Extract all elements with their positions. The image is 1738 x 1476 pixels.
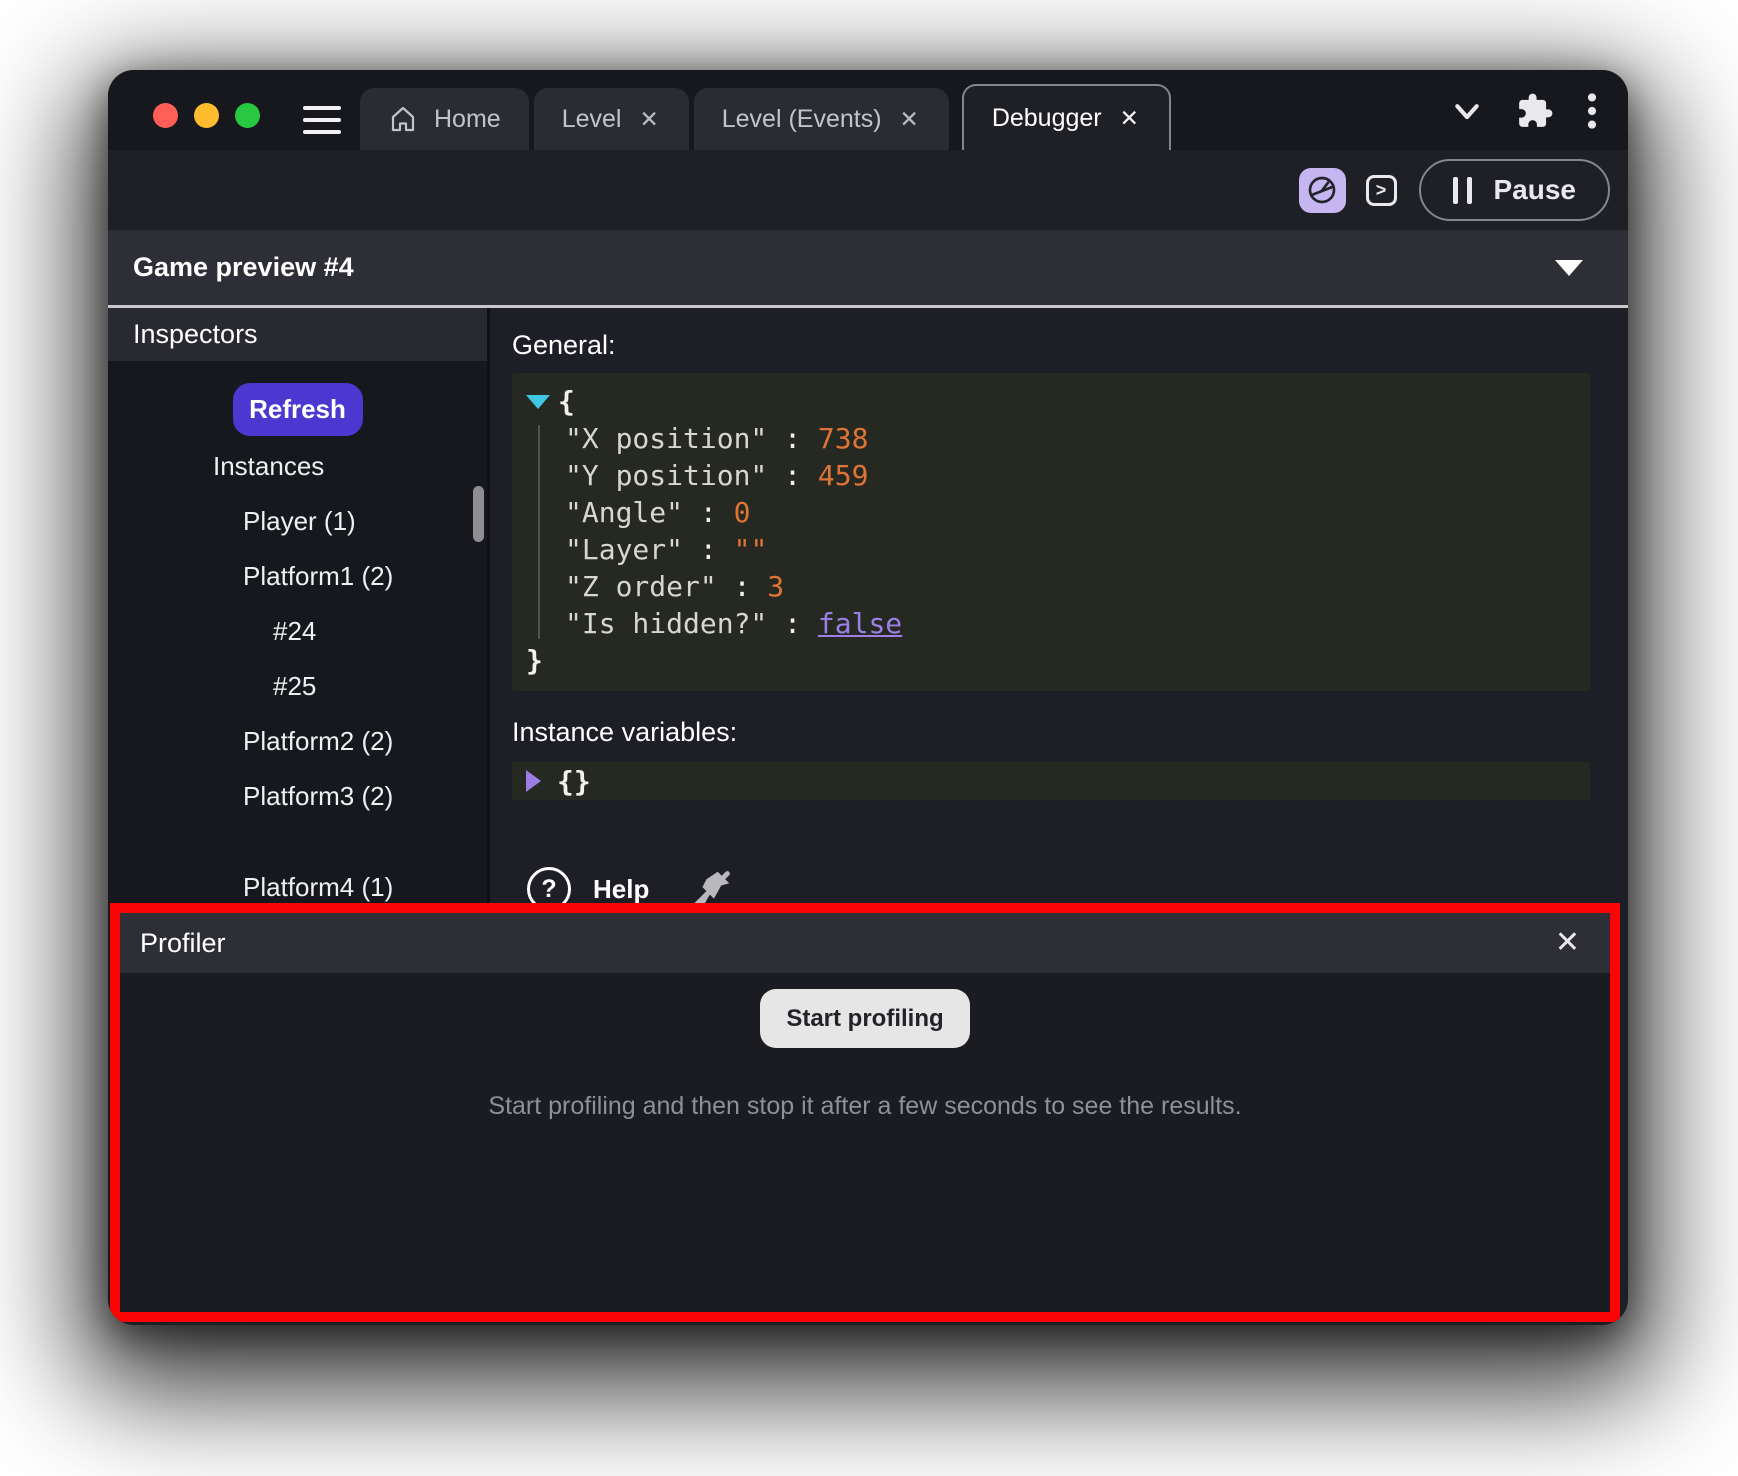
profiler-body: Start profiling Start profiling and then… — [120, 973, 1610, 1121]
sidebar-item-24[interactable]: #24 — [108, 604, 487, 659]
tab-close-icon[interactable]: ✕ — [1118, 105, 1141, 132]
chevron-down-icon[interactable] — [1450, 94, 1484, 128]
help-label[interactable]: Help — [593, 874, 649, 905]
collapse-triangle-icon[interactable] — [526, 395, 550, 409]
sidebar-header: Inspectors — [108, 308, 487, 361]
hamburger-menu-icon[interactable] — [303, 106, 341, 134]
sidebar-title: Inspectors — [133, 319, 258, 350]
json-row-angle: "Angle" : 0 — [526, 494, 1590, 531]
gauge-icon — [1306, 174, 1338, 206]
json-value: 0 — [734, 496, 751, 529]
json-row-x-position: "X position" : 738 — [526, 420, 1590, 457]
sidebar-item-platform2-2[interactable]: Platform2 (2) — [108, 714, 487, 769]
sidebar-item-instances[interactable]: Instances — [108, 439, 487, 494]
json-row-y-position: "Y position" : 459 — [526, 457, 1590, 494]
json-key: "X position" — [565, 422, 767, 455]
json-value: 3 — [767, 570, 784, 603]
pause-icon — [1453, 177, 1472, 204]
json-close-row: } — [526, 642, 1590, 679]
json-value: "" — [734, 533, 768, 566]
tab-bar: Home Level ✕ Level (Events) ✕ Debugger ✕ — [360, 84, 1171, 150]
tab-level-events[interactable]: Level (Events) ✕ — [694, 88, 949, 150]
tab-close-icon[interactable]: ✕ — [637, 106, 660, 133]
sidebar-item-player-1[interactable]: Player (1) — [108, 494, 487, 549]
json-viewer: { "X position" : 738"Y position" : 459"A… — [512, 373, 1590, 691]
console-button[interactable]: > — [1366, 175, 1397, 206]
start-profiling-button[interactable]: Start profiling — [760, 989, 969, 1048]
dropdown-caret-icon[interactable] — [1555, 260, 1583, 276]
json-row-is-hidden: "Is hidden?" : false — [526, 605, 1590, 642]
game-preview-bar[interactable]: Game preview #4 — [108, 230, 1628, 308]
json-value: 459 — [818, 459, 869, 492]
game-preview-title: Game preview #4 — [133, 252, 354, 283]
window-action-icons — [1450, 92, 1598, 130]
profiler-header: Profiler ✕ — [120, 913, 1610, 973]
json-open-row: { — [526, 383, 1590, 420]
tab-home[interactable]: Home — [360, 88, 529, 150]
json-row-z-order: "Z order" : 3 — [526, 568, 1590, 605]
json-key: "Angle" — [565, 496, 683, 529]
json-value: 738 — [818, 422, 869, 455]
variables-value: {} — [557, 765, 591, 798]
tab-level[interactable]: Level ✕ — [534, 88, 689, 150]
tab-label: Level — [562, 105, 622, 134]
json-key: "Z order" — [565, 570, 717, 603]
tab-label: Home — [434, 105, 501, 134]
profiler-panel: Profiler ✕ Start profiling Start profili… — [110, 903, 1620, 1322]
sidebar-item-25[interactable]: #25 — [108, 659, 487, 714]
sidebar-item-platform3-2[interactable]: Platform3 (2) — [108, 769, 487, 824]
profiler-hint: Start profiling and then stop it after a… — [120, 1092, 1610, 1121]
minimize-window-icon[interactable] — [194, 103, 219, 128]
pause-button[interactable]: Pause — [1419, 159, 1611, 221]
json-rows: "X position" : 738"Y position" : 459"Ang… — [526, 420, 1590, 642]
indent-guide — [538, 425, 540, 639]
maximize-window-icon[interactable] — [235, 103, 260, 128]
expand-triangle-icon[interactable] — [526, 770, 541, 792]
json-key: "Y position" — [565, 459, 767, 492]
sidebar-scrollbar-thumb[interactable] — [473, 486, 484, 542]
desktop: Home Level ✕ Level (Events) ✕ Debugger ✕ — [0, 0, 1738, 1476]
profiler-close-icon[interactable]: ✕ — [1549, 927, 1586, 959]
kebab-menu-icon[interactable] — [1586, 92, 1598, 130]
profiler-gauge-button[interactable] — [1299, 168, 1346, 213]
json-key: "Layer" — [565, 533, 683, 566]
tab-debugger[interactable]: Debugger ✕ — [962, 84, 1171, 150]
refresh-button[interactable]: Refresh — [233, 383, 363, 436]
profiler-title: Profiler — [140, 928, 226, 959]
extensions-puzzle-icon[interactable] — [1516, 92, 1554, 130]
console-icon: > — [1376, 180, 1387, 201]
pause-label: Pause — [1494, 174, 1577, 206]
home-icon — [388, 104, 418, 134]
variables-box: {} — [512, 762, 1590, 800]
instance-variables-label: Instance variables: — [512, 717, 1590, 748]
app-window: Home Level ✕ Level (Events) ✕ Debugger ✕ — [108, 70, 1628, 1325]
tab-label: Debugger — [992, 104, 1102, 133]
tab-close-icon[interactable]: ✕ — [898, 106, 921, 133]
titlebar: Home Level ✕ Level (Events) ✕ Debugger ✕ — [108, 70, 1628, 150]
json-value: false — [818, 607, 902, 640]
open-brace: { — [558, 385, 575, 418]
json-row-layer: "Layer" : "" — [526, 531, 1590, 568]
json-key: "Is hidden?" — [565, 607, 767, 640]
close-window-icon[interactable] — [153, 103, 178, 128]
tab-label: Level (Events) — [722, 105, 882, 134]
traffic-lights — [153, 103, 260, 128]
general-label: General: — [512, 330, 1590, 361]
close-brace: } — [526, 644, 543, 677]
debugger-toolbar: > Pause — [108, 150, 1628, 230]
instances-tree: InstancesPlayer (1)Platform1 (2)#24#25Pl… — [108, 439, 487, 915]
sidebar-item-platform1-2[interactable]: Platform1 (2) — [108, 549, 487, 604]
